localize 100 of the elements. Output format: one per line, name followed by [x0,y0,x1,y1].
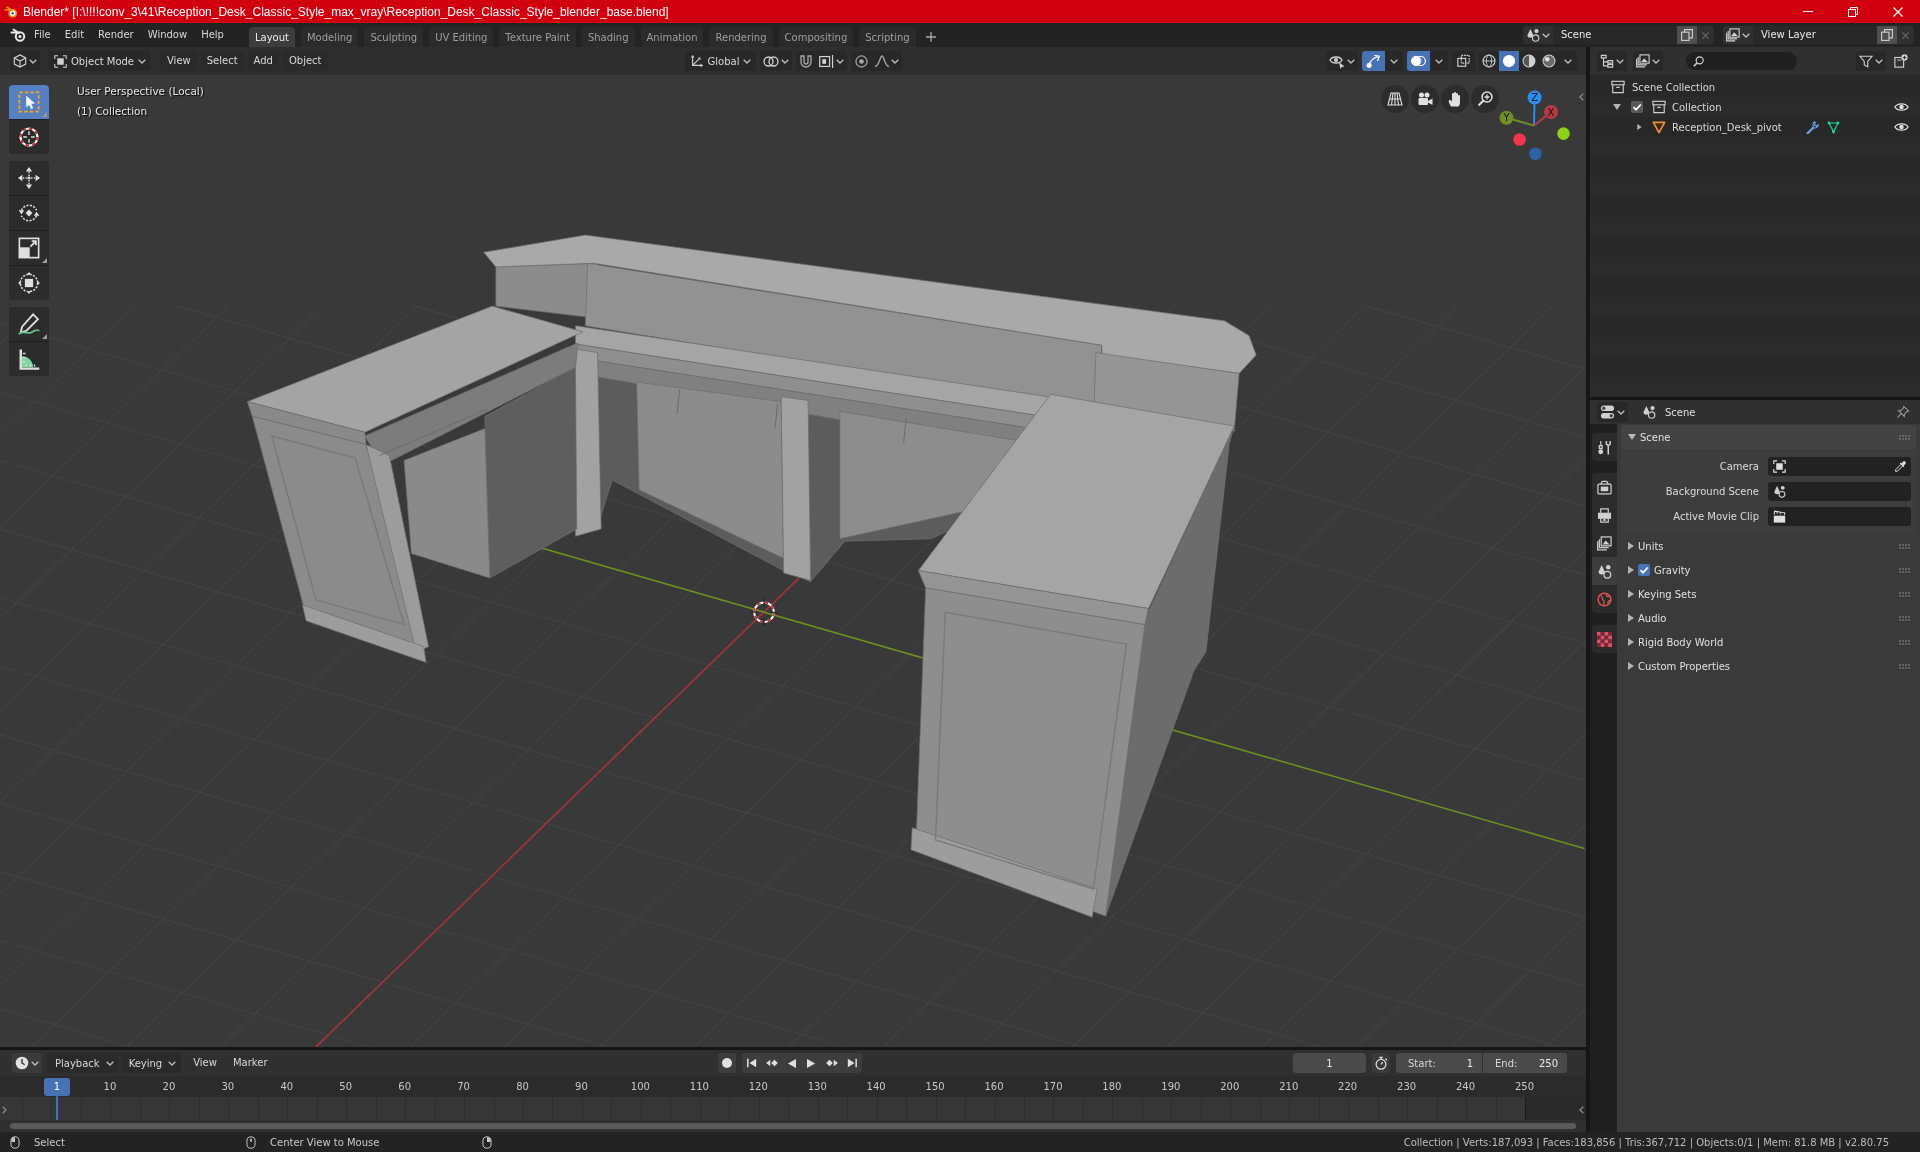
panel-title[interactable]: Rigid Body World [1638,636,1724,648]
scene-field[interactable]: Scene [1553,26,1677,44]
gizmo-toggle[interactable] [1362,51,1385,71]
workspace-tab[interactable]: Layout [248,27,295,47]
chevron-right-icon[interactable] [2,1106,7,1114]
camera-view-button[interactable] [1411,85,1439,113]
editor-type-button[interactable] [10,51,40,71]
workspace-tab[interactable]: Texture Paint [499,27,576,47]
menu-item[interactable]: View [161,51,197,71]
outliner-item[interactable]: Scene Collection [1632,81,1716,93]
preview-range-button[interactable] [1372,1053,1390,1073]
panel-title[interactable]: Keying Sets [1638,588,1697,600]
render-tab[interactable] [1592,473,1617,501]
search-field[interactable] [1686,52,1797,70]
filter-dropdown[interactable] [1856,51,1886,71]
drag-handle-icon[interactable] [1899,663,1910,669]
panel-header[interactable]: Scene [1621,425,1916,449]
gizmo-dropdown[interactable] [1385,51,1403,71]
menu-item[interactable]: Add [247,51,279,71]
movie-clip-field[interactable] [1768,507,1911,526]
chevron-left-icon[interactable] [1579,93,1584,101]
workspace-tab[interactable]: Rendering [709,27,773,47]
z-axis-handle[interactable]: Z [1527,90,1542,127]
transform-tool-button[interactable] [9,266,49,300]
triangle-right-icon[interactable] [1628,638,1634,646]
menu-dropdown[interactable]: Keying [120,1053,182,1073]
snap-element-dropdown[interactable] [816,51,848,71]
shading-dropdown[interactable] [1559,51,1577,71]
drag-handle-icon[interactable] [1899,639,1910,645]
scene-tab[interactable] [1592,557,1617,585]
wrench-icon[interactable] [1805,120,1819,134]
duplicate-button[interactable] [1877,26,1897,44]
measure-tool-button[interactable] [9,342,49,376]
crosshair-ring-icon[interactable] [749,598,779,627]
record-button[interactable] [717,1053,736,1073]
jump-to-end-button[interactable] [841,1053,862,1073]
perspective-toggle-button[interactable] [1381,85,1409,113]
pan-button[interactable] [1441,85,1469,113]
rotate-tool-button[interactable] [9,196,49,230]
menu-item[interactable]: Marker [226,1053,274,1073]
scale-tool-button[interactable] [9,231,49,265]
negative-y-axis-handle[interactable] [1557,127,1570,140]
shading-button[interactable] [1499,51,1519,71]
plus-icon[interactable] [925,32,936,42]
outliner-item[interactable]: Reception_Desk_pivot [1672,121,1782,133]
pivot-dropdown[interactable] [760,51,793,71]
mesh-triangle-icon[interactable] [1826,120,1840,134]
drag-handle-icon[interactable] [1899,434,1910,440]
checkbox[interactable] [1631,101,1643,113]
workspace-tab[interactable]: Sculpting [364,27,424,47]
cursor-tool-button[interactable] [9,120,49,154]
browse-button[interactable] [1723,26,1753,44]
menu-item[interactable]: Help [194,25,231,45]
drag-handle-icon[interactable] [1899,591,1910,597]
drag-handle-icon[interactable] [1899,567,1910,573]
unlink-button[interactable] [1697,26,1714,44]
panel-title[interactable]: Gravity [1654,564,1691,576]
browse-button[interactable] [1523,26,1553,44]
view-layer-field[interactable]: View Layer [1753,26,1877,44]
menu-item[interactable]: Object [282,51,328,71]
tool-tab[interactable] [1592,433,1617,461]
unlink-button[interactable] [1897,26,1914,44]
triangle-right-icon[interactable] [1637,124,1642,130]
zoom-button[interactable] [1471,85,1499,113]
negative-x-axis-handle[interactable] [1513,133,1526,146]
falloff-dropdown[interactable] [872,51,903,71]
end-frame-field[interactable]: End: 250 [1483,1053,1567,1073]
menu-item[interactable]: File [27,25,58,45]
snap-toggle[interactable] [796,51,817,71]
move-tool-button[interactable] [9,161,49,195]
current-frame-field[interactable]: 1 [1293,1053,1366,1073]
y-axis-handle[interactable]: Y [1499,110,1535,127]
workspace-tab[interactable]: Compositing [778,27,854,47]
panel-title[interactable]: Custom Properties [1638,660,1731,672]
annotate-tool-button[interactable] [9,307,49,341]
eye-icon[interactable] [1894,102,1909,112]
orientation-dropdown[interactable]: Global [684,51,757,71]
triangle-right-icon[interactable] [1628,614,1634,622]
pin-icon[interactable] [1896,405,1910,419]
triangle-down-icon[interactable] [1628,434,1636,440]
editor-type-button[interactable] [1597,402,1628,422]
drag-handle-icon[interactable] [1899,543,1910,549]
triangle-right-icon[interactable] [1628,566,1634,574]
menu-item[interactable]: Edit [57,25,92,45]
workspace-tab[interactable]: UV Editing [429,27,494,47]
blender-logo-icon[interactable] [10,28,26,42]
panel-title[interactable]: Units [1638,540,1664,552]
select-tool-button[interactable] [9,85,49,119]
visibility-dropdown[interactable] [1326,51,1358,71]
menu-item[interactable]: Render [91,25,141,45]
menu-item[interactable]: View [187,1053,223,1073]
editor-type-button[interactable] [12,1053,42,1073]
overlay-dropdown[interactable] [1430,51,1448,71]
workspace-tab[interactable]: Scripting [859,27,916,47]
display-mode-dropdown[interactable] [1633,51,1663,71]
outliner-item[interactable]: Collection [1672,101,1722,113]
menu-dropdown[interactable]: Playback [47,1053,119,1073]
mode-dropdown[interactable]: Object Mode [49,51,151,71]
menu-item[interactable]: Window [140,25,195,45]
shading-button[interactable] [1479,51,1499,71]
